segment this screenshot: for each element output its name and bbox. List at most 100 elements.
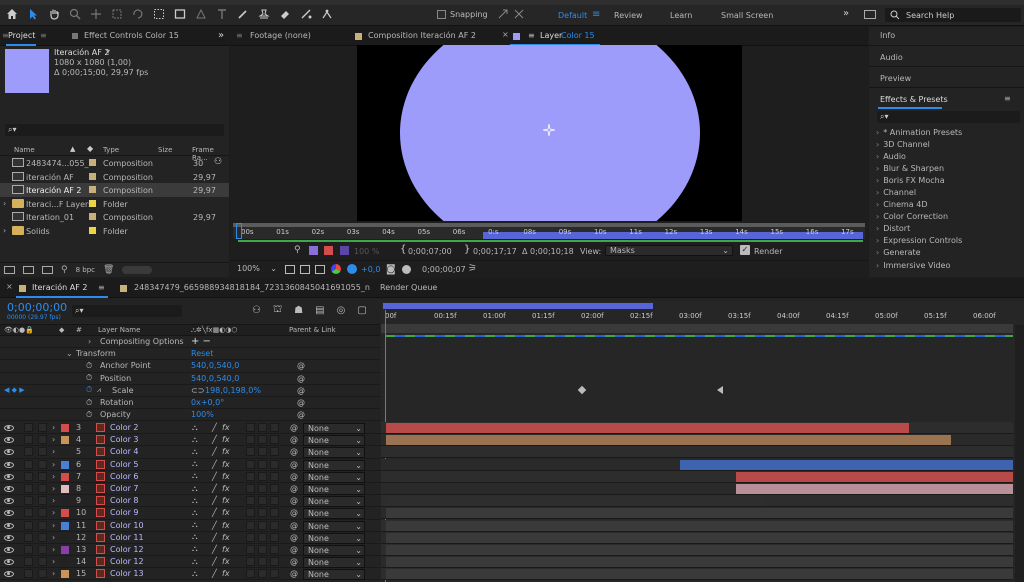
layer-label-swatch[interactable] <box>61 497 69 506</box>
layer-label-swatch[interactable] <box>61 484 69 493</box>
stopwatch-active-icon[interactable]: ⏱ <box>86 385 92 395</box>
layer-duration-bar[interactable] <box>386 532 1013 543</box>
lock-icon[interactable] <box>72 33 78 39</box>
shy-switch-icon[interactable]: ⛬ <box>192 532 198 542</box>
parent-pickwhip-icon[interactable]: @ <box>290 569 298 578</box>
out-time[interactable]: 0;00;17;17 <box>473 247 517 256</box>
chevron-right-icon[interactable]: › <box>52 508 55 517</box>
parent-link-col[interactable]: Parent & Link <box>289 326 336 334</box>
shy-switch-icon[interactable]: ⛬ <box>192 544 198 554</box>
3d-box[interactable] <box>270 520 279 530</box>
chevron-right-icon[interactable]: › <box>52 435 55 444</box>
snap-features-icon[interactable] <box>513 8 525 20</box>
chevron-right-icon[interactable]: › <box>52 447 55 456</box>
solo-box[interactable] <box>24 520 33 530</box>
effect-category[interactable]: › * Animation Presets <box>869 126 1024 138</box>
effect-category[interactable]: › 3D Channel <box>869 138 1024 150</box>
comp-flowchart-icon[interactable]: ⚇ <box>252 305 261 316</box>
shy-icon[interactable]: ⚲ <box>294 245 301 255</box>
layer-row[interactable]: › 15 Color 13 ⛬ ╱ fx @ None ⌄ <box>0 568 380 581</box>
3d-box[interactable] <box>270 435 279 445</box>
layer-row[interactable]: › 7 Color 6 ⛬ ╱ fx @ None ⌄ <box>0 471 380 483</box>
quality-switch-icon[interactable]: ╱ <box>212 521 217 530</box>
playhead-marker[interactable] <box>236 223 242 239</box>
layer-label-swatch[interactable] <box>61 558 69 567</box>
fx-switch-icon[interactable]: fx <box>222 484 230 493</box>
workspace-overflow-icon[interactable]: » <box>843 8 849 19</box>
layer-name[interactable]: Color 12 <box>110 557 144 566</box>
chevron-right-icon[interactable]: › <box>52 423 55 432</box>
parent-pickwhip-icon[interactable]: @ <box>290 533 298 542</box>
motion-blur-box[interactable] <box>246 423 255 432</box>
layer-canvas[interactable] <box>357 45 742 221</box>
lock-box[interactable] <box>38 483 47 493</box>
layer-name[interactable]: Color 12 <box>110 545 144 554</box>
workspace-menu-icon[interactable]: ≡ <box>592 9 600 20</box>
motion-blur-box[interactable] <box>246 471 255 481</box>
time-ruler[interactable]: 00f 00:15f 01:00f 01:15f 02:00f 02:15f 03:00f 0… <box>381 310 1024 324</box>
layer-name[interactable]: Color 2 <box>110 423 139 432</box>
lock-box[interactable] <box>38 471 47 481</box>
mask-red-icon[interactable] <box>324 246 333 255</box>
eye-icon[interactable] <box>4 461 14 468</box>
adjustment-box[interactable] <box>258 496 267 506</box>
solo-box[interactable] <box>24 532 33 542</box>
layer-name[interactable]: Color 8 <box>110 496 139 505</box>
effect-category[interactable]: › Generate <box>869 247 1024 259</box>
workspace-small-screen[interactable]: Small Screen <box>721 11 773 20</box>
adjustment-box[interactable] <box>258 483 267 493</box>
layer-label-swatch[interactable] <box>61 533 69 542</box>
adjustment-box[interactable] <box>258 532 267 542</box>
parent-pickwhip-icon[interactable]: @ <box>290 557 298 566</box>
eye-icon[interactable] <box>4 485 14 492</box>
tab-menu-icon[interactable]: ≡ <box>40 31 47 40</box>
layer-label-swatch[interactable] <box>61 545 69 554</box>
3d-box[interactable] <box>270 471 279 481</box>
layer-row[interactable]: › 13 Color 12 ⛬ ╱ fx @ None ⌄ <box>0 544 380 557</box>
chevron-right-icon[interactable]: › <box>52 472 55 481</box>
layer-row[interactable]: › 3 Color 2 ⛬ ╱ fx @ None ⌄ <box>0 422 380 435</box>
brush-tool-icon[interactable] <box>237 8 249 20</box>
quality-switch-icon[interactable]: ╱ <box>212 435 217 444</box>
pen-tool-icon[interactable] <box>195 8 207 20</box>
parent-pickwhip-icon[interactable]: @ <box>297 410 305 419</box>
quality-switch-icon[interactable]: ╱ <box>212 533 217 542</box>
solo-box[interactable] <box>24 508 33 518</box>
stopwatch-icon[interactable]: ⏱ <box>86 361 92 371</box>
render-checkbox[interactable]: ✓ <box>740 245 750 255</box>
motion-blur-box[interactable] <box>246 569 255 579</box>
tab-menu-icon[interactable]: ≡ <box>528 31 535 40</box>
prop-value[interactable]: 100% <box>191 410 214 419</box>
shy-switch-icon[interactable]: ⛬ <box>192 423 198 433</box>
parent-pickwhip-icon[interactable]: @ <box>297 374 305 383</box>
3d-box[interactable] <box>270 447 279 457</box>
quality-switch-icon[interactable]: ╱ <box>212 484 217 493</box>
layer-row[interactable]: › 11 Color 10 ⛬ ╱ fx @ None ⌄ <box>0 520 380 532</box>
effects-search[interactable]: ⌕▾ <box>877 111 1020 123</box>
parent-dropdown[interactable]: None ⌄ <box>303 544 365 556</box>
layer-label-swatch[interactable] <box>61 460 69 469</box>
3d-box[interactable] <box>270 569 279 579</box>
motion-blur-box[interactable] <box>246 459 255 469</box>
eye-icon[interactable] <box>4 498 14 505</box>
fx-switch-icon[interactable]: fx <box>222 460 230 469</box>
fx-switch-icon[interactable]: fx <box>222 521 230 530</box>
workspace-default[interactable]: Default <box>558 11 587 20</box>
col-type[interactable]: Type <box>103 146 119 154</box>
effect-category[interactable]: › Distort <box>869 223 1024 235</box>
zoom-tool-icon[interactable] <box>69 8 81 20</box>
parent-dropdown[interactable]: None ⌄ <box>303 520 365 532</box>
lock-box[interactable] <box>38 532 47 542</box>
folder-expand-icon[interactable]: › <box>3 199 6 208</box>
chevron-right-icon[interactable]: › <box>52 496 55 505</box>
parent-dropdown[interactable]: None ⌄ <box>303 471 365 483</box>
timecode[interactable]: 0;00;00;00 <box>7 301 67 314</box>
tab-footage[interactable]: Footage (none) <box>250 31 311 40</box>
keyframe-diamond[interactable] <box>577 385 587 395</box>
layer-row[interactable]: › 8 Color 7 ⛬ ╱ fx @ None ⌄ <box>0 483 380 496</box>
tab-layer-name[interactable]: Color 15 <box>561 31 595 40</box>
delete-icon[interactable]: 🗑 <box>103 265 114 275</box>
tab-effect-controls[interactable]: Effect Controls Color 15 <box>84 31 179 40</box>
motion-blur-box[interactable] <box>246 557 255 567</box>
info-section[interactable]: Info <box>869 27 1024 46</box>
